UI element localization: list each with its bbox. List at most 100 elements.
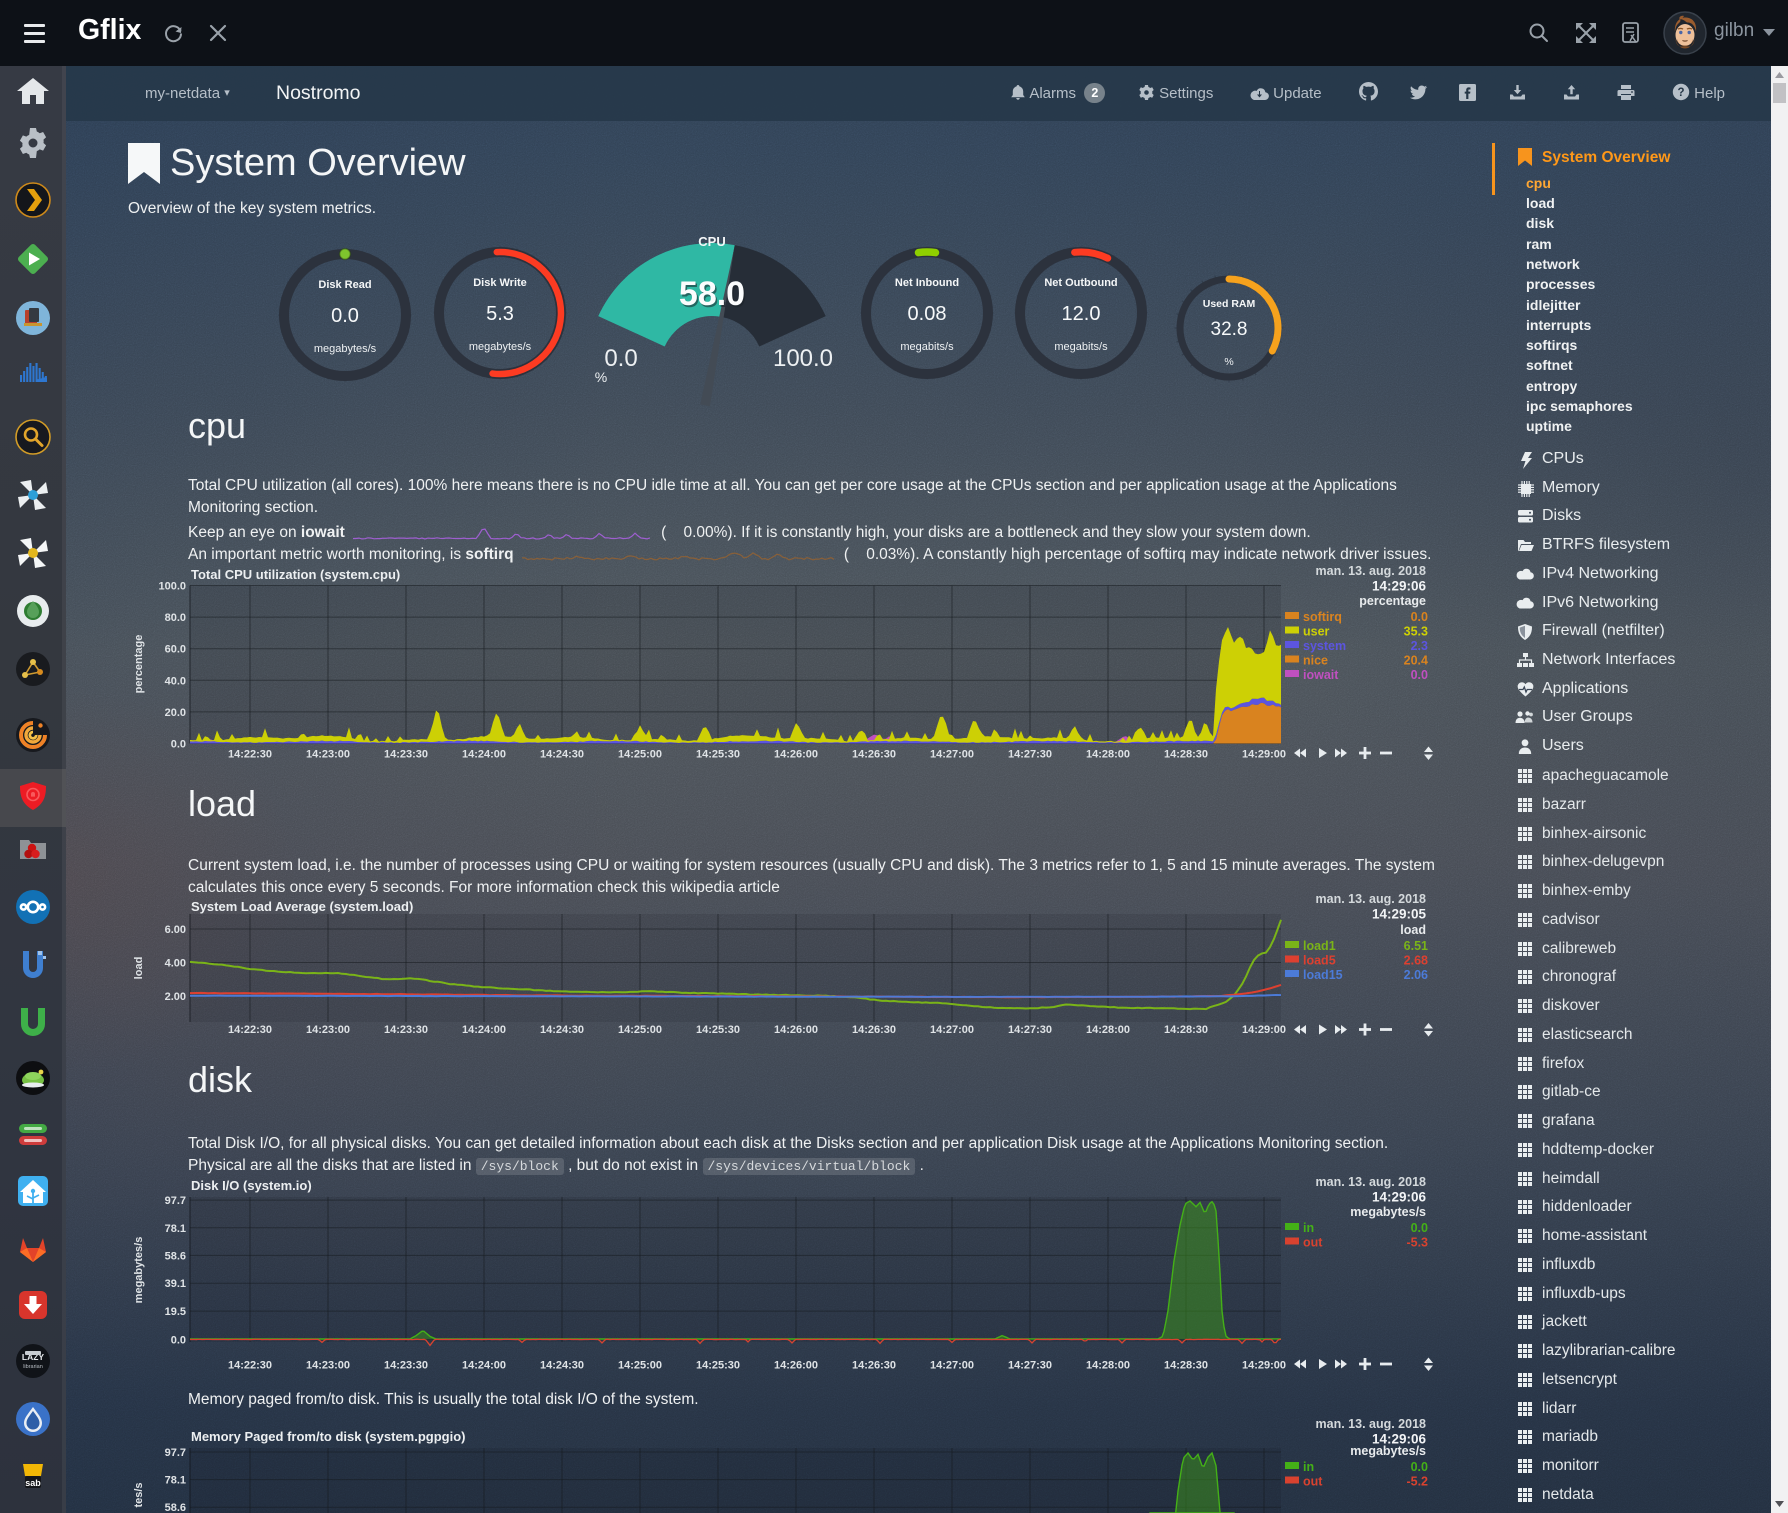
svg-text:out: out <box>1303 1475 1323 1489</box>
svg-text:percentage: percentage <box>133 635 145 694</box>
svg-text:load1: load1 <box>1303 939 1336 953</box>
svg-text:14:23:00: 14:23:00 <box>306 1360 350 1372</box>
svg-text:32.8: 32.8 <box>1211 319 1248 340</box>
svg-text:percentage: percentage <box>1359 594 1426 608</box>
svg-text:14:27:30: 14:27:30 <box>1008 1360 1052 1372</box>
svg-text:14:26:00: 14:26:00 <box>774 1024 818 1036</box>
svg-text:14:23:00: 14:23:00 <box>306 749 350 761</box>
svg-text:nice: nice <box>1303 654 1328 668</box>
svg-text:Memory Paged from/to disk (sys: Memory Paged from/to disk (system.pgpgio… <box>191 1429 466 1444</box>
svg-text:14:29:06: 14:29:06 <box>1372 1190 1427 1205</box>
svg-text:14:29:00: 14:29:00 <box>1242 749 1286 761</box>
svg-text:4.00: 4.00 <box>165 958 186 970</box>
svg-text:-5.2: -5.2 <box>1406 1475 1428 1489</box>
svg-text:14:22:30: 14:22:30 <box>228 1024 272 1036</box>
svg-text:14:28:00: 14:28:00 <box>1086 749 1130 761</box>
svg-text:2.00: 2.00 <box>165 991 186 1003</box>
svg-text:0.0: 0.0 <box>1411 668 1428 682</box>
svg-text:librarian: librarian <box>23 1364 43 1370</box>
svg-text:0.0: 0.0 <box>171 1334 186 1346</box>
svg-text:megabytes/s: megabytes/s <box>314 343 377 355</box>
svg-text:6.00: 6.00 <box>165 924 186 936</box>
svg-text:20.4: 20.4 <box>1404 654 1428 668</box>
svg-text:megabytes/s: megabytes/s <box>469 341 532 353</box>
svg-text:in: in <box>1303 1460 1314 1474</box>
svg-text:14:22:30: 14:22:30 <box>228 749 272 761</box>
svg-text:14:25:00: 14:25:00 <box>618 1024 662 1036</box>
svg-text:14:29:00: 14:29:00 <box>1242 1024 1286 1036</box>
svg-text:iowait: iowait <box>1303 668 1339 682</box>
svg-text:sab: sab <box>25 1478 41 1488</box>
svg-text:14:27:00: 14:27:00 <box>930 1024 974 1036</box>
svg-text:78.1: 78.1 <box>165 1475 186 1487</box>
svg-text:78.1: 78.1 <box>165 1223 186 1235</box>
svg-text:58.0: 58.0 <box>679 275 745 313</box>
svg-text:14:25:30: 14:25:30 <box>696 1360 740 1372</box>
svg-text:0.08: 0.08 <box>908 303 947 325</box>
svg-text:14:24:30: 14:24:30 <box>540 749 584 761</box>
svg-text:load: load <box>133 957 145 980</box>
svg-text:12.0: 12.0 <box>1062 303 1101 325</box>
svg-text:0.0: 0.0 <box>331 305 359 327</box>
svg-text:14:24:30: 14:24:30 <box>540 1024 584 1036</box>
svg-text:2.3: 2.3 <box>1411 639 1428 653</box>
svg-text:%: % <box>595 369 607 385</box>
svg-text:0.0: 0.0 <box>604 345 637 372</box>
svg-text:in: in <box>1303 1221 1314 1235</box>
svg-text:0.0: 0.0 <box>171 739 186 751</box>
svg-text:14:24:00: 14:24:00 <box>462 1360 506 1372</box>
svg-text:?: ? <box>1677 87 1684 99</box>
svg-text:tes/s: tes/s <box>133 1482 145 1507</box>
svg-text:Disk I/O (system.io): Disk I/O (system.io) <box>191 1178 312 1193</box>
svg-text:97.7: 97.7 <box>165 1195 186 1207</box>
svg-text:14:25:30: 14:25:30 <box>696 1024 740 1036</box>
svg-text:58.6: 58.6 <box>165 1502 186 1513</box>
svg-text:14:24:00: 14:24:00 <box>462 749 506 761</box>
svg-text:user: user <box>1303 625 1330 639</box>
svg-text:14:26:30: 14:26:30 <box>852 1360 896 1372</box>
svg-text:14:23:00: 14:23:00 <box>306 1024 350 1036</box>
svg-text:megabytes/s: megabytes/s <box>1350 1205 1426 1219</box>
svg-text:40.0: 40.0 <box>165 675 186 687</box>
svg-text:14:25:00: 14:25:00 <box>618 1360 662 1372</box>
svg-text:%: % <box>1224 356 1233 368</box>
svg-text:megabits/s: megabits/s <box>1054 341 1108 353</box>
svg-text:35.3: 35.3 <box>1404 625 1428 639</box>
svg-text:14:23:30: 14:23:30 <box>384 749 428 761</box>
svg-text:System Load Average (system.lo: System Load Average (system.load) <box>191 899 413 914</box>
svg-text:14:22:30: 14:22:30 <box>228 1360 272 1372</box>
svg-text:60.0: 60.0 <box>165 644 186 656</box>
svg-text:Disk Read: Disk Read <box>318 279 371 291</box>
svg-text:man. 13. aug. 2018: man. 13. aug. 2018 <box>1316 893 1427 906</box>
svg-text:39.1: 39.1 <box>165 1278 186 1290</box>
svg-text:20.0: 20.0 <box>165 707 186 719</box>
svg-text:80.0: 80.0 <box>165 612 186 624</box>
svg-text:14:28:30: 14:28:30 <box>1164 1024 1208 1036</box>
svg-text:14:27:30: 14:27:30 <box>1008 749 1052 761</box>
svg-text:14:28:00: 14:28:00 <box>1086 1360 1130 1372</box>
svg-text:14:23:30: 14:23:30 <box>384 1360 428 1372</box>
svg-text:-5.3: -5.3 <box>1406 1236 1428 1250</box>
svg-text:Net Outbound: Net Outbound <box>1044 277 1117 289</box>
svg-text:14:25:00: 14:25:00 <box>618 749 662 761</box>
svg-text:14:24:30: 14:24:30 <box>540 1360 584 1372</box>
svg-text:19.5: 19.5 <box>165 1306 186 1318</box>
svg-text:load5: load5 <box>1303 954 1336 968</box>
svg-text:14:24:00: 14:24:00 <box>462 1024 506 1036</box>
svg-text:2.68: 2.68 <box>1404 954 1428 968</box>
svg-text:100.0: 100.0 <box>773 345 833 372</box>
svg-text:softirq: softirq <box>1303 610 1342 624</box>
svg-text:5.3: 5.3 <box>486 303 514 325</box>
svg-text:14:29:06: 14:29:06 <box>1372 579 1427 594</box>
svg-text:0.0: 0.0 <box>1411 1460 1428 1474</box>
svg-text:load: load <box>1400 923 1426 937</box>
svg-text:14:25:30: 14:25:30 <box>696 749 740 761</box>
svg-text:14:28:30: 14:28:30 <box>1164 749 1208 761</box>
svg-text:2.06: 2.06 <box>1404 968 1428 982</box>
svg-text:14:26:30: 14:26:30 <box>852 749 896 761</box>
svg-text:14:26:30: 14:26:30 <box>852 1024 896 1036</box>
svg-text:14:27:30: 14:27:30 <box>1008 1024 1052 1036</box>
svg-text:14:27:00: 14:27:00 <box>930 749 974 761</box>
svg-text:0.0: 0.0 <box>1411 1221 1428 1235</box>
svg-text:out: out <box>1303 1236 1323 1250</box>
